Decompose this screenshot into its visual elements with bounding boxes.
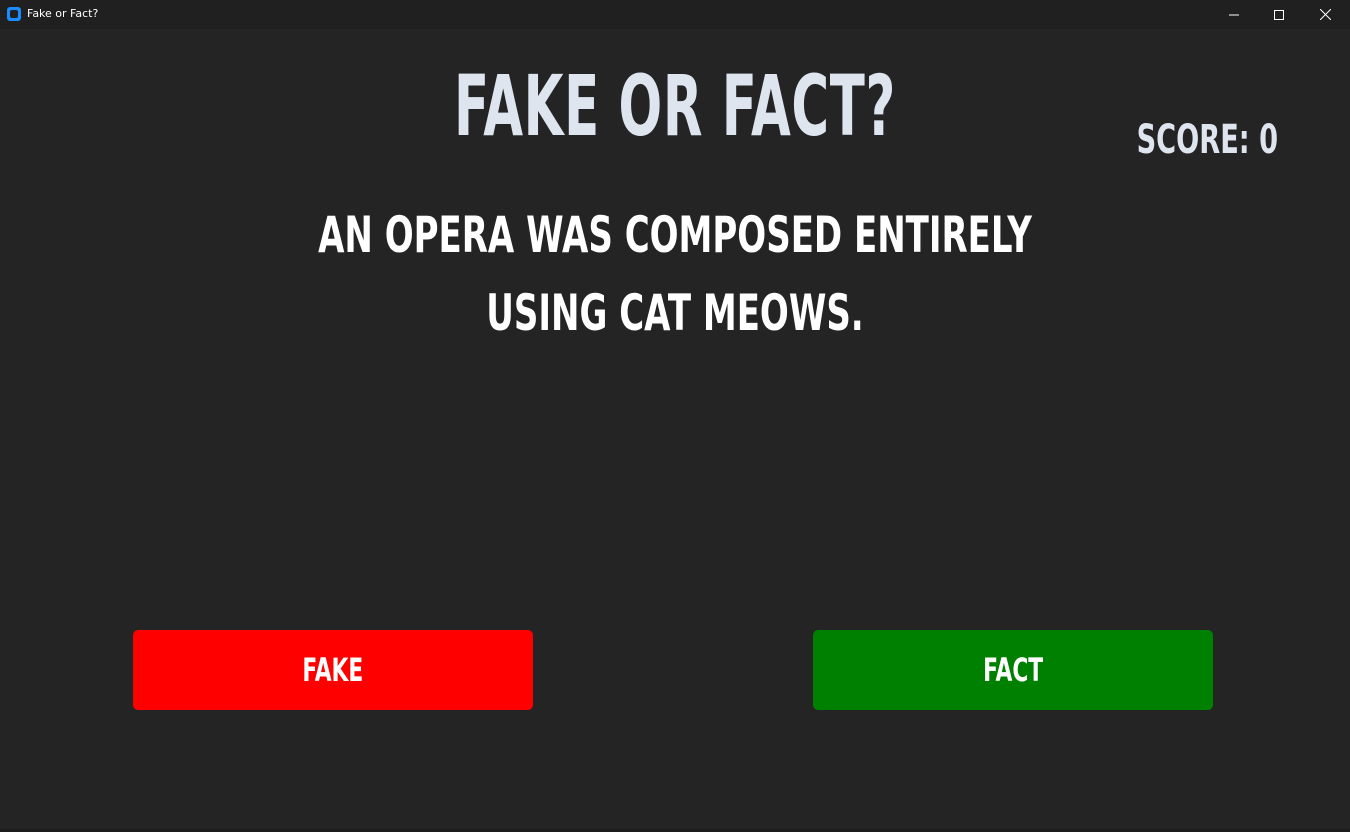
question-text-container: AN OPERA WAS COMPOSED ENTIRELY USING CAT… <box>301 196 1049 352</box>
window-title: Fake or Fact? <box>27 7 99 20</box>
fake-button-label: FAKE <box>302 651 364 689</box>
close-icon <box>1319 9 1331 20</box>
minimize-icon <box>1229 14 1239 15</box>
fact-button-label: FACT <box>982 651 1044 689</box>
score-display: SCORE: 0 <box>1136 117 1278 163</box>
maximize-button[interactable] <box>1256 0 1302 29</box>
question-text: AN OPERA WAS COMPOSED ENTIRELY USING CAT… <box>318 206 1032 342</box>
maximize-icon <box>1274 9 1284 20</box>
title-bar[interactable]: Fake or Fact? <box>0 0 1350 29</box>
game-title: FAKE OR FACT? <box>453 57 897 155</box>
fake-button[interactable]: FAKE <box>133 630 533 710</box>
app-window: Fake or Fact? FAKE OR FACT? SCORE: 0 AN … <box>0 0 1350 832</box>
app-icon <box>7 7 21 21</box>
minimize-button[interactable] <box>1211 0 1257 29</box>
close-button[interactable] <box>1302 0 1348 29</box>
fact-button[interactable]: FACT <box>813 630 1213 710</box>
